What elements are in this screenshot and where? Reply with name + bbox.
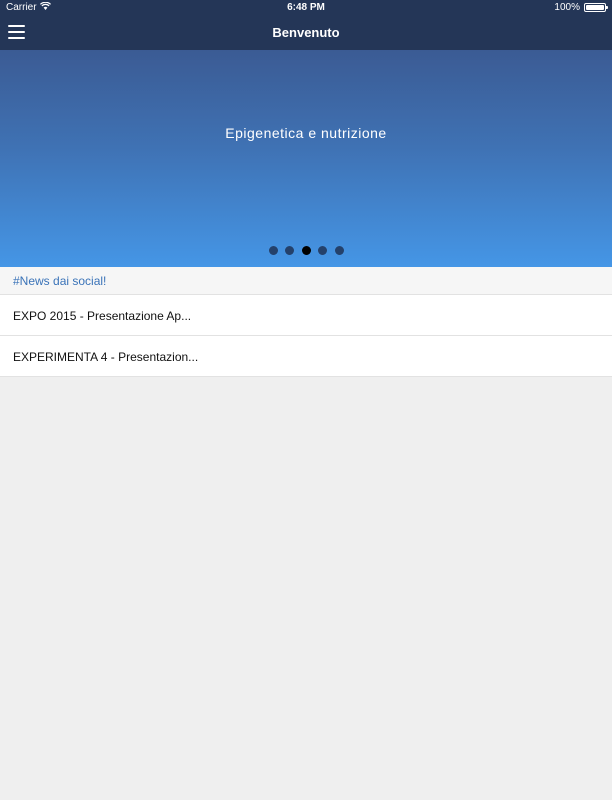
carousel-dot-4[interactable] (318, 246, 327, 255)
status-bar: Carrier 6:48 PM 100% (0, 0, 612, 16)
battery-fill (586, 5, 604, 10)
news-list-item[interactable]: EXPERIMENTA 4 - Presentazion... (0, 336, 612, 377)
battery-icon (584, 3, 608, 12)
banner-title: Epigenetica e nutrizione (225, 125, 387, 141)
top-bar: Carrier 6:48 PM 100% Benvenuto (0, 0, 612, 50)
banner-carousel[interactable]: Epigenetica e nutrizione (0, 50, 612, 267)
carousel-page-indicator (0, 246, 612, 255)
navigation-bar: Benvenuto (0, 16, 612, 50)
status-time: 6:48 PM (287, 2, 325, 13)
carousel-dot-5[interactable] (334, 246, 344, 255)
news-list: EXPO 2015 - Presentazione Ap... EXPERIMEN… (0, 295, 612, 377)
status-right: 100% (554, 2, 608, 13)
carousel-dot-1[interactable] (268, 246, 278, 255)
page-title: Benvenuto (272, 25, 340, 40)
carousel-dot-3[interactable] (301, 246, 311, 255)
news-section-header: #News dai social! (0, 267, 612, 295)
news-list-item[interactable]: EXPO 2015 - Presentazione Ap... (0, 295, 612, 336)
carousel-dot-2[interactable] (285, 246, 294, 255)
battery-percent: 100% (554, 2, 580, 13)
